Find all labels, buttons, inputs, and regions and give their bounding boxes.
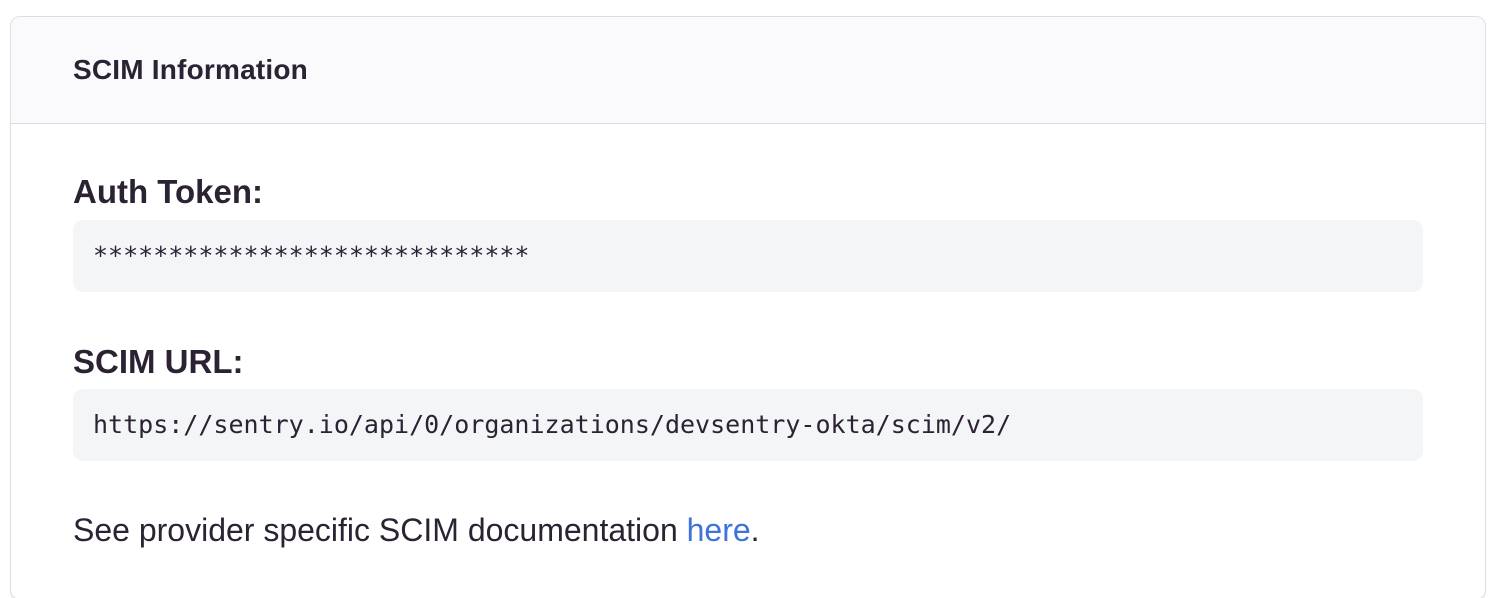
documentation-note: See provider specific SCIM documentation… bbox=[73, 511, 1423, 549]
scim-url-label: SCIM URL: bbox=[73, 342, 1423, 382]
panel-title: SCIM Information bbox=[11, 17, 1485, 124]
scim-url-field: SCIM URL: https://sentry.io/api/0/organi… bbox=[73, 342, 1423, 462]
documentation-note-prefix: See provider specific SCIM documentation bbox=[73, 512, 687, 548]
panel-body: Auth Token: ****************************… bbox=[11, 124, 1485, 598]
scim-information-panel: SCIM Information Auth Token: ***********… bbox=[10, 16, 1486, 598]
auth-token-label: Auth Token: bbox=[73, 172, 1423, 212]
scim-url-value: https://sentry.io/api/0/organizations/de… bbox=[73, 389, 1423, 461]
auth-token-field: Auth Token: ****************************… bbox=[73, 172, 1423, 292]
auth-token-value: ***************************** bbox=[73, 220, 1423, 292]
documentation-note-suffix: . bbox=[751, 512, 760, 548]
documentation-here-link[interactable]: here bbox=[687, 512, 751, 548]
